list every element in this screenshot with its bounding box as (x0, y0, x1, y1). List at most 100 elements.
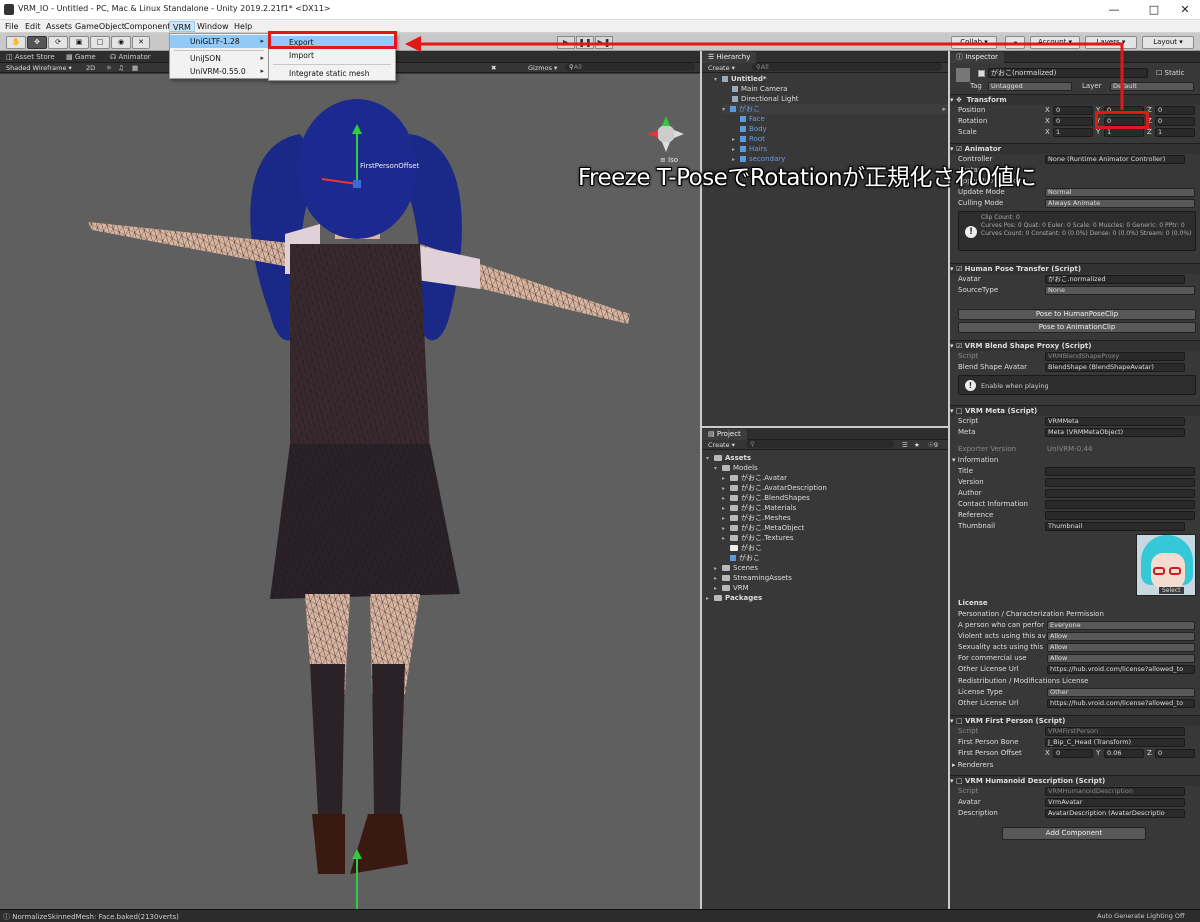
menu-component[interactable]: Component (121, 21, 173, 32)
hierarchy-row-body[interactable]: Body (740, 124, 767, 134)
filter-icon[interactable]: ☰ (902, 441, 908, 449)
menu-gameobject[interactable]: GameObject (72, 21, 128, 32)
project-folder-models[interactable]: ▾ Models (714, 463, 758, 473)
other-license-url-field[interactable]: https://hub.vroid.com/license?allowed_to (1047, 665, 1195, 674)
transform-tool-icon[interactable]: ◉ (111, 36, 131, 49)
menu-file[interactable]: File (2, 21, 21, 32)
vrm-humanoid-description-header[interactable]: ▾ □ VRM Humanoid Description (Script) (950, 775, 1200, 786)
menu-item-unigltf[interactable]: UniGLTF-1.28 ▸ (170, 35, 268, 48)
offset-x-field[interactable]: 0 (1053, 749, 1093, 758)
hierarchy-row-face[interactable]: Face (740, 114, 765, 124)
project-folder-avatar-description[interactable]: ▸ がおこ.AvatarDescription (722, 483, 827, 493)
scale-z-field[interactable]: 1 (1155, 128, 1195, 137)
menu-vrm[interactable]: VRM (169, 21, 195, 32)
add-component-button[interactable]: Add Component (1002, 827, 1146, 840)
project-folder-assets[interactable]: ▾ Assets (706, 453, 751, 463)
move-tool-icon[interactable]: ✥ (27, 36, 47, 49)
hidden-count[interactable]: ☉9 (928, 441, 938, 449)
static-toggle[interactable]: ☐ Static (1156, 68, 1185, 78)
label-filter-icon[interactable]: ★ (914, 441, 920, 449)
culling-mode-dropdown[interactable]: Always Animate (1045, 199, 1195, 208)
2d-toggle[interactable]: 2D (86, 64, 95, 72)
pose-to-animationclip-button[interactable]: Pose to AnimationClip (958, 322, 1196, 333)
project-folder-textures[interactable]: ▸ がおこ.Textures (722, 533, 794, 543)
offset-z-field[interactable]: 0 (1155, 749, 1195, 758)
rotate-tool-icon[interactable]: ⟳ (48, 36, 68, 49)
light-icon[interactable]: ☼ (106, 64, 112, 72)
meta-script-field[interactable]: VRMMeta (1045, 417, 1185, 426)
menu-help[interactable]: Help (231, 21, 255, 32)
layout-dropdown[interactable]: Layout ▾ (1142, 36, 1194, 49)
maximize-icon[interactable]: □ (1141, 2, 1167, 18)
project-folder-packages[interactable]: ▸ Packages (706, 593, 762, 603)
hierarchy-row-hairs[interactable]: ▸ Hairs (732, 144, 767, 154)
custom-tool-icon[interactable]: ✕ (132, 36, 150, 49)
position-z-field[interactable]: 0 (1155, 106, 1195, 115)
tab-animator[interactable]: ☊ Animator (104, 52, 157, 63)
menu-assets[interactable]: Assets (43, 21, 75, 32)
menu-item-univrm[interactable]: UniVRM-0.55.0 ▸ (170, 65, 268, 78)
project-file-gaoko[interactable]: がおこ (730, 543, 762, 553)
version-field[interactable] (1045, 478, 1195, 487)
sexual-acts-dropdown[interactable]: Allow (1047, 643, 1195, 652)
title-field[interactable] (1045, 467, 1195, 476)
blend-shape-avatar-field[interactable]: BlendShape (BlendShapeAvatar) (1045, 363, 1185, 372)
human-pose-transfer-header[interactable]: ▾ ☑ Human Pose Transfer (Script) (950, 263, 1200, 274)
project-folder-vrm[interactable]: ▸ VRM (714, 583, 749, 593)
minimize-icon[interactable]: — (1101, 2, 1127, 18)
project-search-input[interactable]: ⚲ (746, 440, 894, 448)
scale-x-field[interactable]: 1 (1053, 128, 1093, 137)
tab-asset-store[interactable]: ◫ Asset Store (0, 52, 61, 63)
information-foldout[interactable]: ▾ Information (952, 455, 998, 465)
meta-object-field[interactable]: Meta (VRMMetaObject) (1045, 428, 1185, 437)
rect-tool-icon[interactable]: □ (90, 36, 110, 49)
vrm-meta-header[interactable]: ▾ □ VRM Meta (Script) (950, 405, 1200, 416)
project-folder-avatar[interactable]: ▸ がおこ.Avatar (722, 473, 787, 483)
menu-item-unijson[interactable]: UniJSON ▸ (170, 52, 268, 65)
thumbnail-preview[interactable]: Select (1136, 534, 1196, 596)
offset-y-field[interactable]: 0.06 (1104, 749, 1144, 758)
scene-viewport[interactable]: FirstPersonOffset ≡ Iso (0, 74, 700, 909)
project-folder-materials[interactable]: ▸ がおこ.Materials (722, 503, 796, 513)
rotation-z-field[interactable]: 0 (1155, 117, 1195, 126)
menu-item-integrate-static-mesh[interactable]: Integrate static mesh (269, 67, 395, 80)
menu-edit[interactable]: Edit (22, 21, 44, 32)
reference-field[interactable] (1045, 511, 1195, 520)
animator-header[interactable]: ▾ ☑ Animator (950, 143, 1200, 154)
project-folder-scenes[interactable]: ▸ Scenes (714, 563, 758, 573)
hum-description-field[interactable]: AvatarDescription (AvatarDescriptio (1045, 809, 1185, 818)
commercial-use-dropdown[interactable]: Allow (1047, 654, 1195, 663)
scale-y-field[interactable]: 1 (1104, 128, 1144, 137)
violent-acts-dropdown[interactable]: Allow (1047, 632, 1195, 641)
project-prefab-gaoko[interactable]: がおこ (730, 553, 760, 563)
menu-item-import[interactable]: Import (269, 49, 395, 62)
source-type-dropdown[interactable]: None (1045, 286, 1195, 295)
first-person-bone-field[interactable]: J_Bip_C_Head (Transform) (1045, 738, 1185, 747)
hand-tool-icon[interactable]: ✋ (6, 36, 26, 49)
tab-game[interactable]: ▩ Game (60, 52, 102, 63)
shading-mode-dropdown[interactable]: Shaded Wireframe ▾ (6, 64, 72, 72)
audio-icon[interactable]: ♫ (118, 64, 124, 72)
license-type-dropdown[interactable]: Other (1047, 688, 1195, 697)
vrm-first-person-header[interactable]: ▾ □ VRM First Person (Script) (950, 715, 1200, 726)
project-folder-blendshapes[interactable]: ▸ がおこ.BlendShapes (722, 493, 810, 503)
hum-avatar-field[interactable]: VrmAvatar (1045, 798, 1185, 807)
redistribution-url-field[interactable]: https://hub.vroid.com/license?allowed_to (1047, 699, 1195, 708)
blend-shape-proxy-header[interactable]: ▾ ☑ VRM Blend Shape Proxy (Script) (950, 340, 1200, 351)
close-icon[interactable]: ✕ (1172, 2, 1198, 18)
project-folder-meshes[interactable]: ▸ がおこ.Meshes (722, 513, 791, 523)
project-folder-metaobject[interactable]: ▸ がおこ.MetaObject (722, 523, 804, 533)
tab-project[interactable]: ▤ Project (702, 429, 747, 440)
rotation-x-field[interactable]: 0 (1053, 117, 1093, 126)
project-folder-streaming-assets[interactable]: ▸ StreamingAssets (714, 573, 792, 583)
project-create-button[interactable]: Create ▾ (708, 441, 735, 449)
hpt-avatar-field[interactable]: がおこ.normalized (1045, 275, 1185, 284)
pose-to-humanposeclip-button[interactable]: Pose to HumanPoseClip (958, 309, 1196, 320)
scale-tool-icon[interactable]: ▣ (69, 36, 89, 49)
renderers-foldout[interactable]: ▸ Renderers (952, 760, 993, 770)
thumbnail-field[interactable]: Thumbnail (1045, 522, 1185, 531)
hierarchy-row-root[interactable]: ▸ Root (732, 134, 765, 144)
allowed-user-dropdown[interactable]: Everyone (1047, 621, 1195, 630)
thumbnail-select-button[interactable]: Select (1159, 587, 1184, 594)
author-field[interactable] (1045, 489, 1195, 498)
